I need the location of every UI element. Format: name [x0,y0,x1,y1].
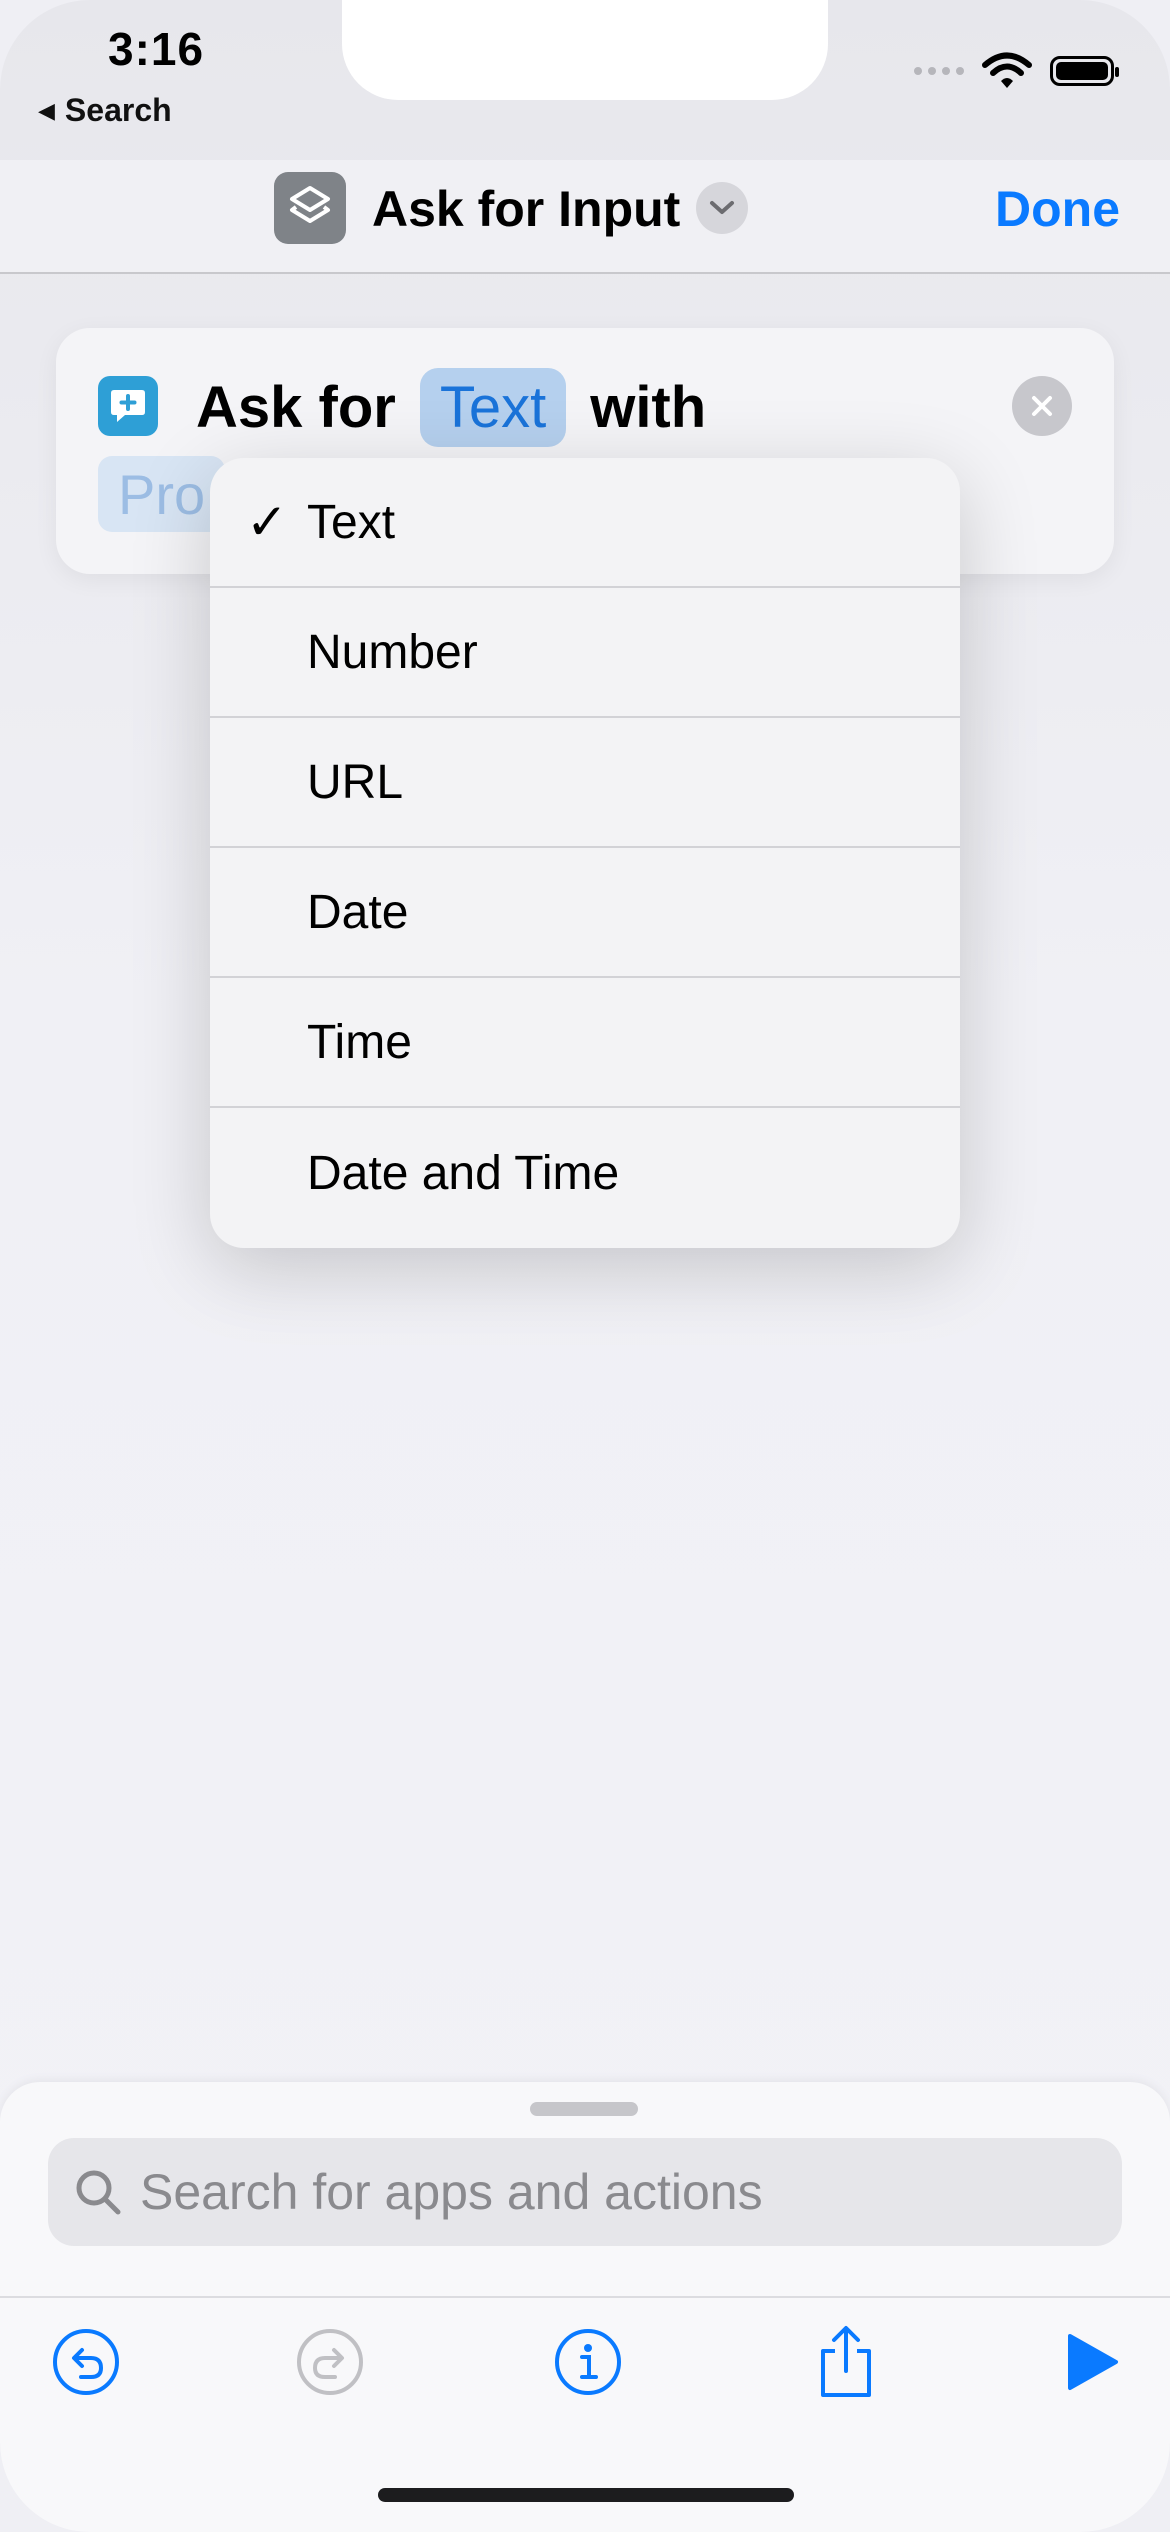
prompt-token[interactable]: Pro [98,456,226,532]
cellular-icon [914,67,964,75]
back-triangle-icon: ◀ [38,97,55,123]
home-indicator[interactable] [378,2488,794,2502]
wifi-icon [982,52,1032,88]
menu-item-date[interactable]: Date [210,848,960,978]
menu-item-label: Text [307,495,396,549]
title-menu-button[interactable] [696,182,748,234]
share-button[interactable] [806,2322,886,2402]
action-suffix-text: with [590,375,707,440]
undo-icon [53,2329,119,2395]
action-prefix-text: Ask for [196,375,396,440]
screen: 3:16 ◀ Search Ask for Input Done Ask for… [0,0,1170,2532]
back-app-label: Search [64,92,172,128]
redo-button[interactable] [290,2322,370,2402]
search-bar[interactable] [48,2138,1122,2246]
menu-item-label: Date and Time [307,1146,620,1200]
done-button[interactable]: Done [995,180,1120,238]
menu-item-time[interactable]: Time [210,978,960,1108]
menu-item-label: Time [307,1015,412,1069]
info-icon [555,2329,621,2395]
menu-item-date-and-time[interactable]: Date and Time [210,1108,960,1238]
remove-action-button[interactable] [1012,376,1072,436]
menu-item-url[interactable]: URL [210,718,960,848]
menu-item-number[interactable]: Number [210,588,960,718]
search-input[interactable] [138,2162,1042,2222]
info-button[interactable] [548,2322,628,2402]
undo-button[interactable] [46,2322,126,2402]
run-button[interactable] [1052,2322,1132,2402]
shortcut-title[interactable]: Ask for Input [372,180,680,238]
play-icon [1068,2334,1118,2390]
input-type-menu: ✓ Text Number URL Date Time Date and Tim… [210,458,960,1248]
speech-bubble-plus-icon [111,390,145,422]
close-icon [1032,396,1052,416]
notch [342,0,828,100]
shortcuts-app-icon[interactable] [274,172,346,244]
battery-icon [1050,56,1119,86]
checkmark-icon: ✓ [246,494,288,550]
share-icon [821,2326,871,2397]
chevron-down-icon [710,201,734,214]
navigation-bar: Ask for Input Done [0,160,1170,274]
menu-item-text[interactable]: ✓ Text [210,458,960,588]
back-to-app-link[interactable]: ◀ Search [38,92,172,129]
sheet-grabber[interactable] [530,2102,638,2116]
redo-icon [297,2329,363,2395]
menu-item-label: URL [307,755,404,809]
search-icon [70,2164,126,2220]
input-type-token[interactable]: Text [419,368,567,447]
actions-bottom-sheet [0,2082,1170,2532]
status-icons [914,52,1119,90]
status-time: 3:16 [108,23,205,75]
menu-item-label: Date [307,885,409,939]
ask-for-input-action-icon [98,376,158,436]
action-sentence: Ask for Text with [196,368,706,447]
shortcuts-layers-icon [290,186,330,223]
toolbar-divider [0,2296,1170,2298]
menu-item-label: Number [307,625,478,679]
